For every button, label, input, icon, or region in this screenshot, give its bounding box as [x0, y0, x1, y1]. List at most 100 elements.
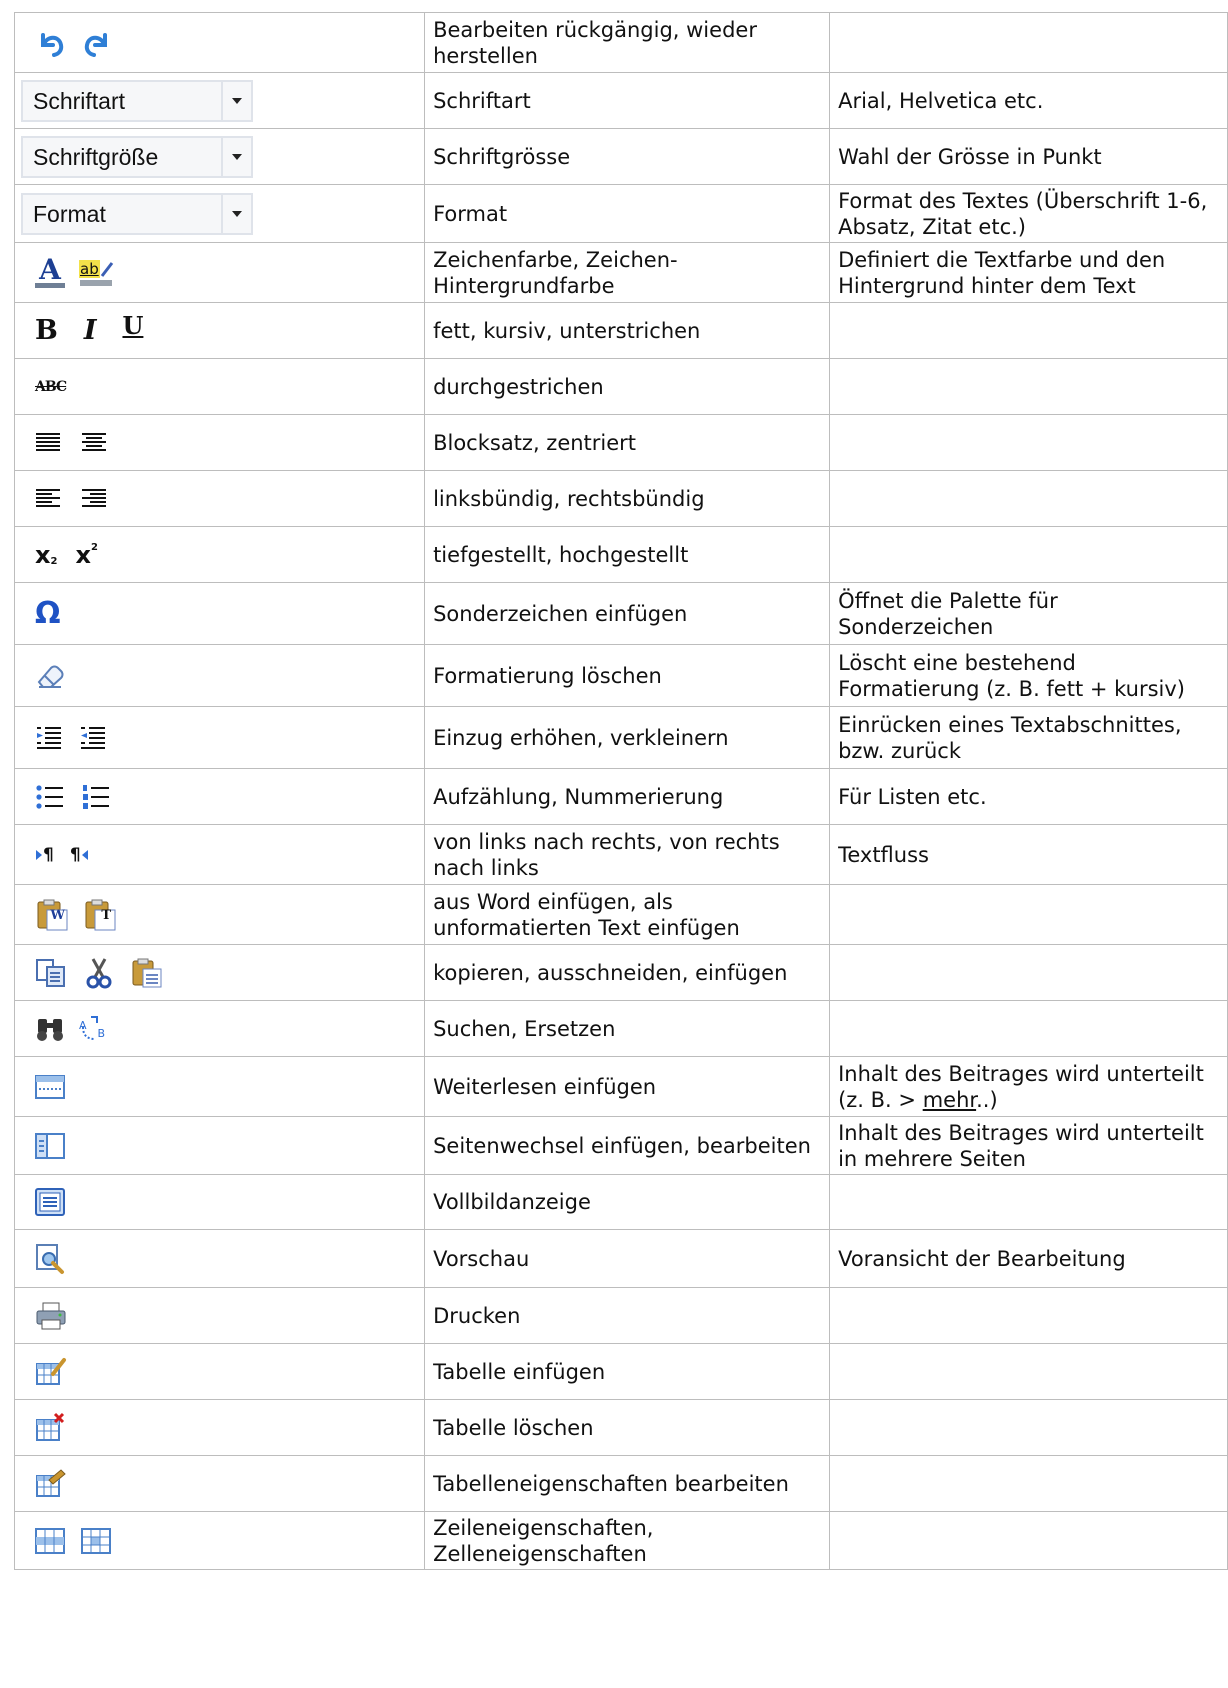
function-cell: Schriftart [424, 72, 831, 129]
strikethrough-icon: ABC [35, 378, 67, 395]
pilcrow: ¶ [69, 844, 81, 865]
dropdown-label: Format [33, 200, 106, 227]
table-row: Schriftgröße Schriftgrösse Wahl der Grös… [13, 128, 1228, 185]
description-cell: Für Listen etc. [829, 768, 1228, 825]
subscript-x: x [35, 540, 51, 569]
function-cell: Drucken [424, 1287, 831, 1344]
description-text: ..) [976, 1087, 998, 1112]
icon-cell [13, 1116, 426, 1175]
table-row: ABC durchgestrichen [13, 358, 1228, 415]
description-cell [829, 1287, 1228, 1344]
function-cell: kopieren, ausschneiden, einfügen [424, 944, 831, 1001]
font-color-icon: A [35, 255, 65, 291]
word-letter: W [50, 907, 65, 923]
more-link[interactable]: mehr [923, 1088, 976, 1112]
paste-text-icon: T [83, 897, 117, 933]
icon-cell [13, 1511, 426, 1570]
toolbar-reference-table: Bearbeiten rückgängig, wieder herstellen… [13, 12, 1228, 1570]
table-row: Blocksatz, zentriert [13, 414, 1228, 471]
description-cell [829, 414, 1228, 471]
function-cell: durchgestrichen [424, 358, 831, 415]
function-cell: Format [424, 184, 831, 243]
function-cell: Blocksatz, zentriert [424, 414, 831, 471]
icon-cell: Ω [13, 582, 426, 645]
function-cell: Tabelleneigenschaften bearbeiten [424, 1455, 831, 1512]
rtl-icon: ¶ [70, 837, 89, 873]
row-properties-icon [35, 1523, 65, 1559]
function-cell: Zeileneigenschaften, Zelleneigenschaften [424, 1511, 831, 1570]
align-right-icon [81, 481, 107, 517]
icon-cell: A ab [13, 242, 426, 303]
table-row: linksbündig, rechtsbündig [13, 470, 1228, 527]
function-cell: Einzug erhöhen, verkleinern [424, 706, 831, 769]
table-row: Tabelle löschen [13, 1399, 1228, 1456]
chevron-down-icon [221, 81, 251, 120]
ltr-icon: ¶ [35, 837, 54, 873]
icon-cell: B I U [13, 302, 426, 359]
subscript-icon: x2 [35, 537, 57, 573]
function-cell: fett, kursiv, unterstrichen [424, 302, 831, 359]
icon-cell [13, 1174, 426, 1230]
description-text: Inhalt des Beitrages wird unterteilt (z.… [838, 1061, 1204, 1112]
icon-cell [13, 706, 426, 769]
table-row: Format Format Format des Textes (Übersch… [13, 184, 1228, 243]
icon-cell [13, 1455, 426, 1512]
copy-icon [35, 955, 67, 991]
table-row: Zeileneigenschaften, Zelleneigenschaften [13, 1511, 1228, 1570]
description-cell [829, 884, 1228, 945]
align-left-icon [35, 481, 61, 517]
description-cell: Textfluss [829, 824, 1228, 885]
description-cell: Definiert die Textfarbe und den Hintergr… [829, 242, 1228, 303]
bullet-list-icon [35, 779, 65, 815]
cell-properties-icon [81, 1523, 111, 1559]
text-letter: T [101, 907, 111, 923]
replace-icon: A B [77, 1011, 105, 1047]
description-cell [829, 1174, 1228, 1230]
chevron-down-icon [221, 194, 251, 233]
highlight-color-icon: ab [79, 255, 114, 291]
function-cell: Bearbeiten rückgängig, wieder herstellen [424, 12, 831, 73]
fullscreen-icon [35, 1184, 65, 1220]
function-cell: Weiterlesen einfügen [424, 1056, 831, 1117]
dropdown-label: Schriftgröße [33, 143, 159, 170]
description-cell: Format des Textes (Überschrift 1-6, Absa… [829, 184, 1228, 243]
function-cell: Seitenwechsel einfügen, bearbeiten [424, 1116, 831, 1175]
description-cell: Einrücken eines Textabschnittes, bzw. zu… [829, 706, 1228, 769]
function-cell: aus Word einfügen, als unformatierten Te… [424, 884, 831, 945]
function-cell: Formatierung löschen [424, 644, 831, 707]
omega-icon: Ω [35, 595, 61, 631]
description-cell: Inhalt des Beitrages wird unterteilt (z.… [829, 1056, 1228, 1117]
outdent-icon [79, 720, 107, 756]
table-row: x2 x2 tiefgestellt, hochgestellt [13, 526, 1228, 583]
justify-icon [35, 425, 61, 461]
icon-cell [13, 1229, 426, 1288]
superscript-icon: x2 [75, 537, 97, 573]
table-insert-icon [35, 1354, 67, 1390]
preview-icon [35, 1241, 67, 1277]
table-row: Weiterlesen einfügen Inhalt des Beitrage… [13, 1056, 1228, 1117]
table-row: kopieren, ausschneiden, einfügen [13, 944, 1228, 1001]
description-cell: Inhalt des Beitrages wird unterteilt in … [829, 1116, 1228, 1175]
icon-cell [13, 1399, 426, 1456]
replace-letter-from: A [79, 1018, 87, 1032]
function-cell: Tabelle einfügen [424, 1343, 831, 1400]
description-cell [829, 1399, 1228, 1456]
icon-cell: Format [13, 184, 426, 243]
table-row: Seitenwechsel einfügen, bearbeiten Inhal… [13, 1116, 1228, 1175]
page-break-icon [35, 1128, 65, 1164]
table-row: Bearbeiten rückgängig, wieder herstellen [13, 12, 1228, 73]
icon-cell: Schriftart [13, 72, 426, 129]
replace-letter-to: B [97, 1026, 105, 1040]
description-cell: Öffnet die Palette für Sonderzeichen [829, 582, 1228, 645]
function-cell: Schriftgrösse [424, 128, 831, 185]
function-cell: von links nach rechts, von rechts nach l… [424, 824, 831, 885]
description-cell [829, 358, 1228, 415]
description-cell [829, 1000, 1228, 1057]
superscript-digit: 2 [90, 541, 98, 553]
description-cell [829, 1455, 1228, 1512]
cut-icon [85, 955, 113, 991]
description-cell: Arial, Helvetica etc. [829, 72, 1228, 129]
table-row: A ab Zeichenfarbe, Zeichen-Hintergrundfa… [13, 242, 1228, 303]
font-size-dropdown: Schriftgröße [21, 135, 253, 178]
description-cell [829, 526, 1228, 583]
